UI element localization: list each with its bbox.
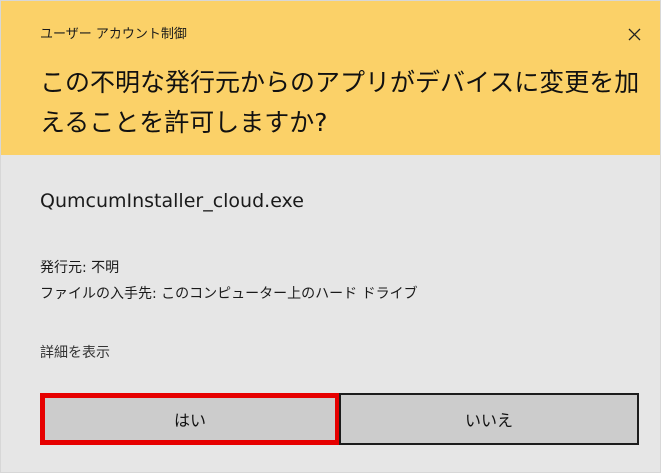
close-icon [628,28,641,41]
origin-line: ファイルの入手先: このコンピューター上のハード ドライブ [40,286,418,302]
dialog-header: ユーザー アカウント制御 この不明な発行元からのアプリがデバイスに変更を加えるこ… [1,1,660,155]
show-details-link[interactable]: 詳細を表示 [40,342,110,362]
uac-dialog: ユーザー アカウント制御 この不明な発行元からのアプリがデバイスに変更を加えるこ… [0,0,661,473]
program-name: QumcumInstaller_cloud.exe [40,190,304,212]
program-info: 発行元: 不明 ファイルの入手先: このコンピューター上のハード ドライブ [40,255,418,307]
close-button[interactable] [619,19,649,49]
dialog-question: この不明な発行元からのアプリがデバイスに変更を加えることを許可しますか? [40,68,640,137]
publisher-line: 発行元: 不明 [40,260,120,276]
yes-button[interactable]: はい [40,393,340,445]
dialog-title: ユーザー アカウント制御 [40,27,187,42]
no-button[interactable]: いいえ [339,393,639,445]
